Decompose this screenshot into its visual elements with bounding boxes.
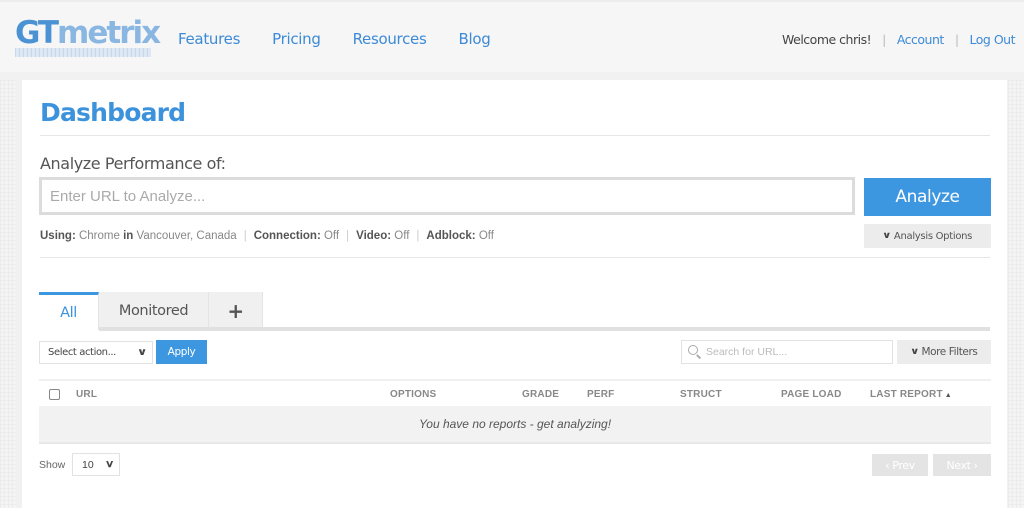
chevron-left-icon: ‹ [885, 458, 890, 472]
nav-resources[interactable]: Resources [353, 30, 427, 48]
chevron-down-icon: ∨ [104, 459, 115, 470]
section-divider [40, 257, 990, 258]
select-all-checkbox[interactable] [49, 389, 60, 400]
table-header: URL OPTIONS GRADE PERF STRUCT PAGE LOAD … [39, 379, 991, 406]
column-last-report[interactable]: LAST REPORT ▲ [870, 389, 952, 400]
logo-ruler-decoration [15, 48, 151, 57]
browser-value: Chrome [78, 230, 120, 242]
url-search-field[interactable] [681, 340, 893, 364]
welcome-text: Welcome chris! [782, 32, 872, 47]
chevron-down-icon: ∨ [137, 347, 148, 358]
main-nav: Features Pricing Resources Blog [178, 30, 522, 48]
chevron-down-icon: ∨ [881, 231, 892, 241]
background-pattern-left [0, 80, 16, 508]
chevron-right-icon: › [973, 458, 978, 472]
url-search-input[interactable] [706, 346, 886, 358]
account-link[interactable]: Account [897, 32, 944, 47]
user-bar: Welcome chris! | Account | Log Out [782, 32, 1015, 47]
tab-monitored[interactable]: Monitored [99, 292, 209, 330]
apply-button[interactable]: Apply [156, 340, 207, 364]
chevron-down-icon: ∨ [909, 347, 919, 357]
tab-underline [99, 327, 990, 331]
video-value: Off [394, 230, 410, 242]
location-value: Vancouver, Canada [136, 230, 237, 242]
page-title: Dashboard [40, 98, 186, 127]
tab-all[interactable]: All [39, 292, 99, 330]
page-size-select[interactable]: 10 ∨ [72, 453, 120, 476]
reports-table: URL OPTIONS GRADE PERF STRUCT PAGE LOAD … [39, 379, 991, 444]
separator: | [882, 32, 886, 47]
sort-ascending-icon: ▲ [944, 392, 952, 399]
page-size-label: Show [39, 459, 66, 471]
top-header: GTmetrix Features Pricing Resources Blog… [0, 0, 1024, 72]
next-page-button[interactable]: Next › [933, 454, 991, 476]
nav-blog[interactable]: Blog [458, 30, 490, 48]
title-divider [40, 135, 990, 136]
gtmetrix-logo[interactable]: GTmetrix [15, 18, 161, 49]
analysis-settings-summary: Using: Chrome in Vancouver, Canada | Con… [40, 230, 494, 242]
column-struct[interactable]: STRUCT [680, 389, 722, 400]
prev-page-button[interactable]: ‹ Prev [872, 454, 928, 476]
column-page-load[interactable]: PAGE LOAD [781, 389, 842, 400]
separator: | [954, 32, 959, 47]
adblock-value: Off [478, 230, 494, 242]
column-url[interactable]: URL [76, 389, 97, 400]
add-tab-button[interactable]: + [209, 292, 263, 330]
nav-features[interactable]: Features [178, 30, 240, 48]
background-pattern-right [1008, 80, 1024, 508]
nav-pricing[interactable]: Pricing [272, 30, 321, 48]
column-perf[interactable]: PERF [587, 389, 614, 400]
more-filters-button[interactable]: ∨ More Filters [897, 340, 991, 364]
column-options[interactable]: OPTIONS [390, 389, 436, 400]
analyze-button[interactable]: Analyze [864, 178, 991, 216]
empty-table-message: You have no reports - get analyzing! [39, 406, 991, 444]
bulk-action-select[interactable]: Select action... ∨ [39, 341, 153, 364]
url-input[interactable] [39, 177, 855, 215]
analyze-label: Analyze Performance of: [40, 154, 226, 173]
search-icon [688, 345, 702, 359]
report-tabs: All Monitored + [39, 292, 263, 330]
connection-value: Off [323, 230, 340, 242]
column-grade[interactable]: GRADE [522, 389, 559, 400]
analysis-options-button[interactable]: ∨ Analysis Options [864, 224, 991, 248]
logout-link[interactable]: Log Out [970, 32, 1016, 47]
dashboard-card: Dashboard Analyze Performance of: Analyz… [22, 80, 1007, 508]
